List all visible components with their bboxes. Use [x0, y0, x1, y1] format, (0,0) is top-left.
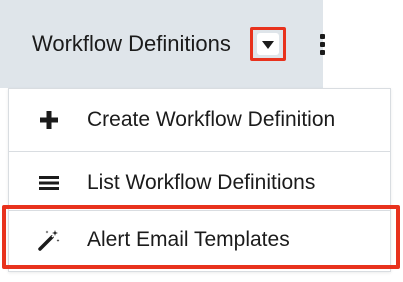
- caret-down-icon: [262, 41, 274, 49]
- list-icon: [37, 171, 61, 195]
- highlight-box-alert-email-templates: [2, 205, 400, 269]
- menu-item-label: List Workflow Definitions: [87, 171, 316, 194]
- module-tab-bar: Workflow Definitions: [0, 0, 325, 88]
- plus-icon: [37, 108, 61, 132]
- more-options-button[interactable]: [315, 30, 329, 58]
- menu-item-create-workflow-definition[interactable]: Create Workflow Definition: [9, 89, 390, 151]
- module-menu-toggle-button[interactable]: [250, 27, 286, 61]
- menu-item-label: Create Workflow Definition: [87, 108, 336, 131]
- vertical-ellipsis-dot: [319, 41, 325, 47]
- vertical-ellipsis-icon: [319, 33, 325, 39]
- screenshot-frame: Workflow Definitions Create Workflow Def…: [0, 0, 403, 282]
- vertical-ellipsis-dot: [319, 49, 325, 55]
- caret-button-face: [257, 33, 279, 55]
- module-title[interactable]: Workflow Definitions: [32, 30, 231, 58]
